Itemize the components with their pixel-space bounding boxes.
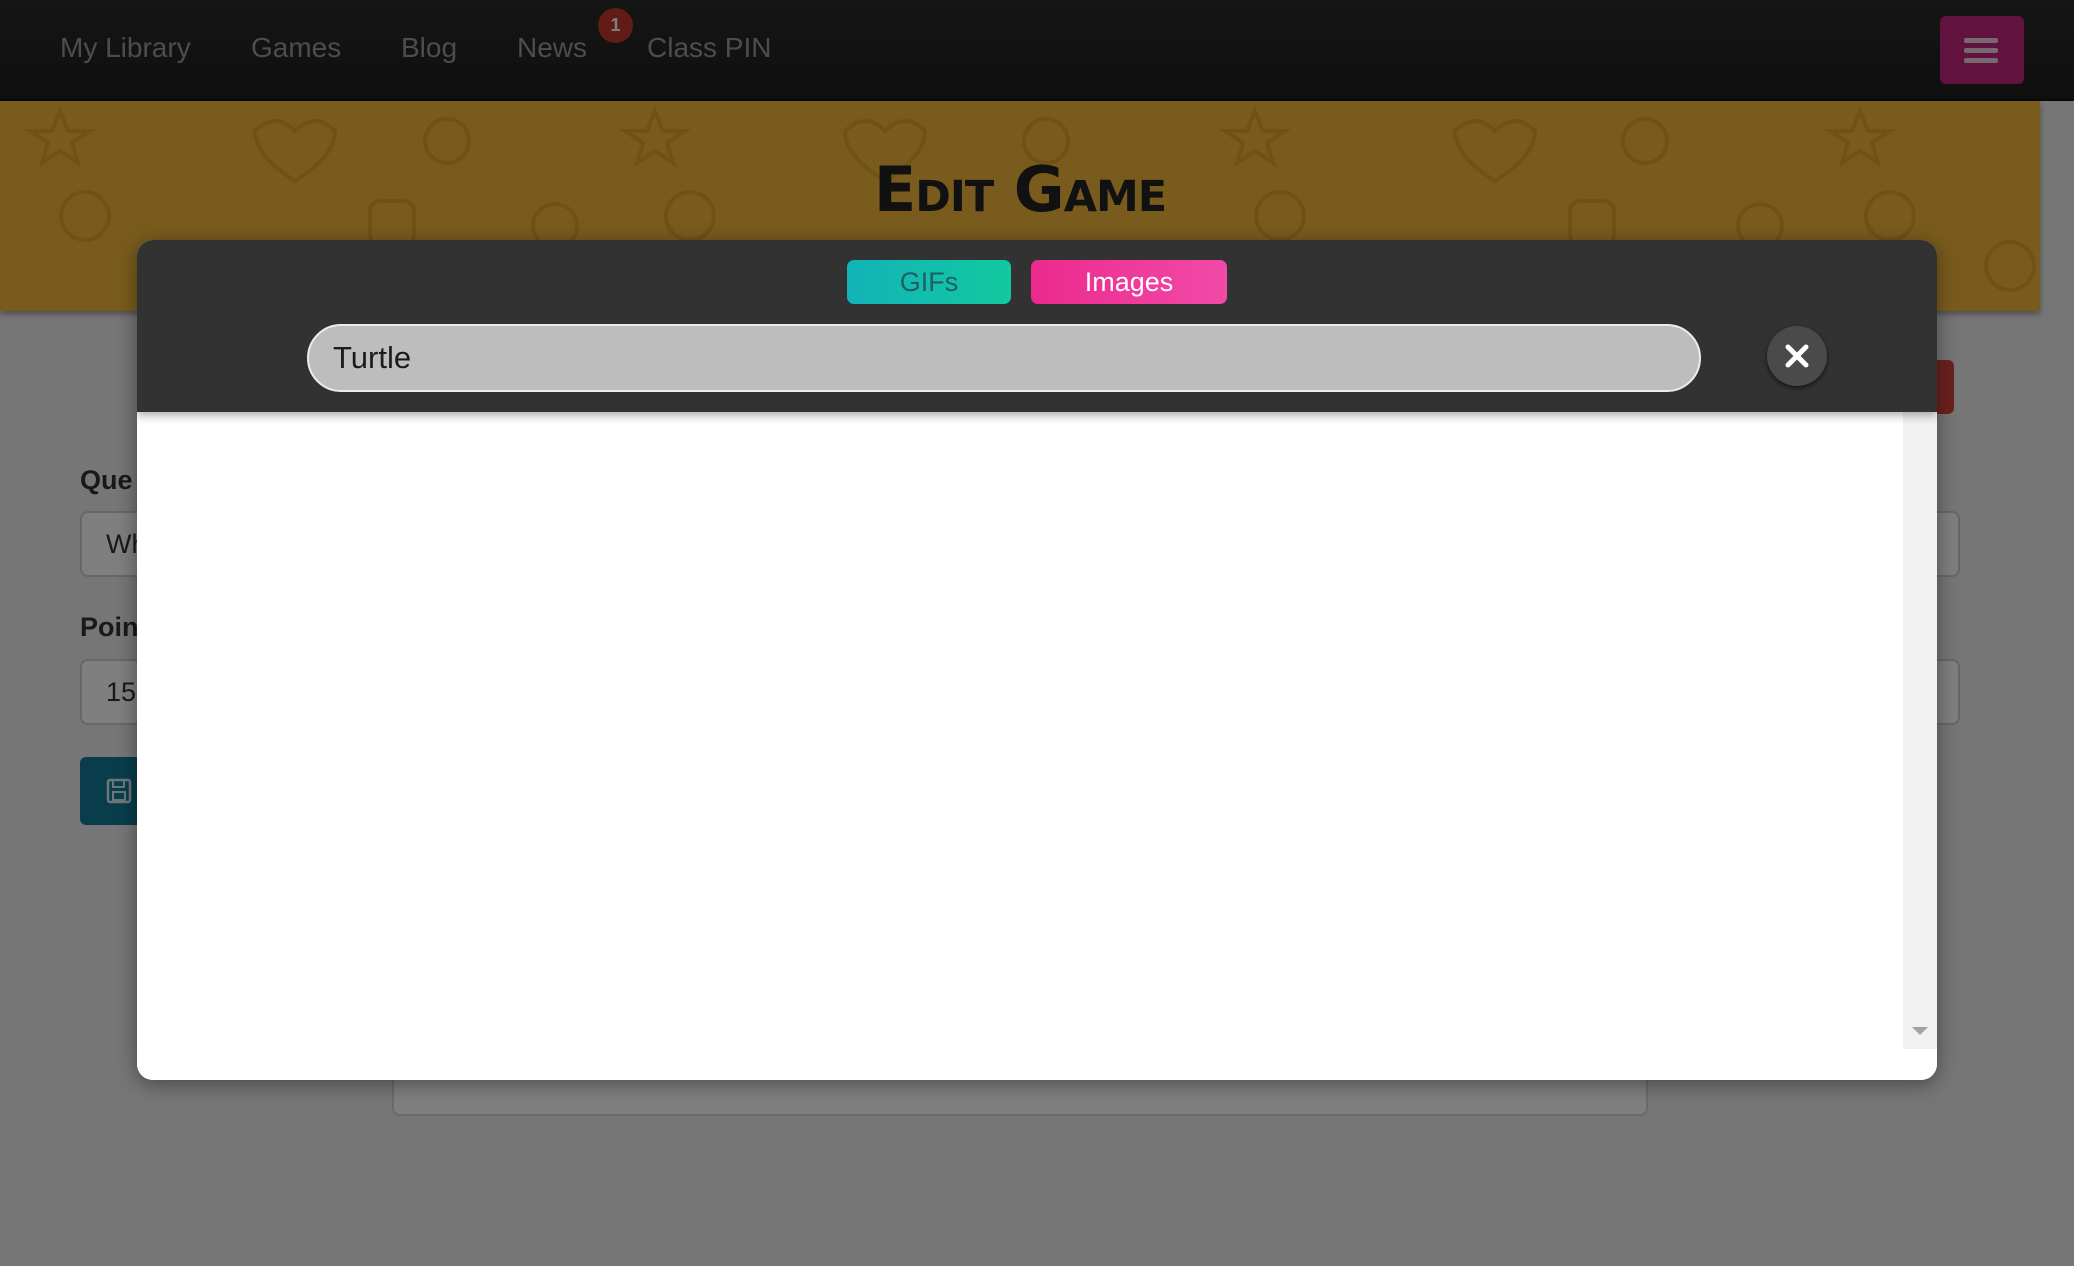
image-search-modal: GIFs Images xyxy=(137,240,1937,1080)
tab-gifs[interactable]: GIFs xyxy=(847,260,1011,304)
close-button[interactable] xyxy=(1767,326,1827,386)
image-search-input[interactable] xyxy=(307,324,1701,392)
close-icon xyxy=(1785,344,1809,368)
search-results-area xyxy=(137,412,1937,1080)
results-scrollbar[interactable] xyxy=(1903,412,1937,1049)
tab-images[interactable]: Images xyxy=(1031,260,1227,304)
scroll-down-arrow-icon[interactable] xyxy=(1912,1027,1928,1035)
modal-header: GIFs Images xyxy=(137,240,1937,412)
